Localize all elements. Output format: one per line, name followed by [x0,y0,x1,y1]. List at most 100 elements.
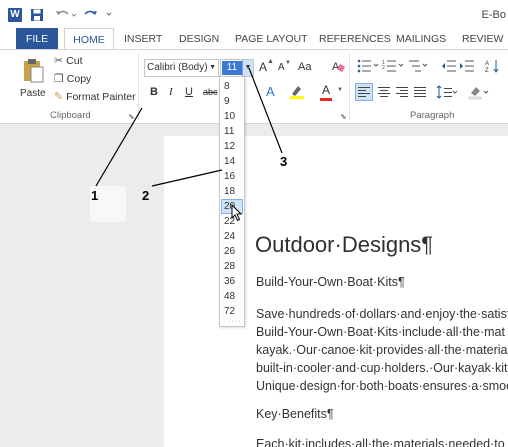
highlight-icon[interactable] [289,84,307,105]
tab-review[interactable]: REVIEW [462,28,503,50]
font-size-option[interactable]: 12 [221,139,243,154]
window-title: E-Bo [481,9,506,21]
strikethrough-button[interactable]: abc [203,87,218,97]
align-right-icon[interactable] [394,84,410,105]
font-size-option[interactable]: 16 [221,169,243,184]
font-size-option[interactable]: 9 [221,94,243,109]
shading-icon[interactable] [468,84,490,105]
text-effects-button[interactable]: A [266,84,275,99]
tab-page-layout[interactable]: PAGE LAYOUT [235,28,308,50]
tab-home[interactable]: HOME [64,28,114,50]
italic-button[interactable]: I [169,86,173,98]
caret-up-icon: ▲ [267,58,274,65]
svg-text:2: 2 [382,65,385,71]
ribbon: Paste ✂ Cut ❐ Copy ✎ Format Painter Clip… [0,49,508,124]
cut-label: Cut [66,55,83,67]
increase-indent-icon[interactable] [459,59,475,78]
font-size-option[interactable]: 24 [221,229,243,244]
document-area [0,124,508,447]
grow-font-button[interactable]: A [259,60,267,74]
font-size-combobox[interactable]: 11 ▼ [220,59,254,77]
format-painter-label: Format Painter [66,91,136,103]
copy-label: Copy [66,73,92,85]
clipboard-group-label: Clipboard [50,110,91,121]
font-size-value[interactable]: 11 [222,61,242,75]
document-line[interactable]: Build-Your-Own·Boat·Kits·include·all·the… [256,325,505,339]
decrease-indent-icon[interactable] [441,59,457,78]
font-size-option[interactable]: 48 [221,289,243,304]
dialog-launcher-icon[interactable]: ⬊ [128,112,135,121]
document-line[interactable]: kayak.·Our·canoe·kit·provides·all·the·ma… [256,343,507,357]
tab-file[interactable]: FILE [16,28,58,50]
redo-icon[interactable] [83,8,112,22]
document-line[interactable]: Save·hundreds·of·dollars·and·enjoy·the·s… [256,307,508,321]
line-spacing-icon[interactable] [436,84,458,105]
brush-icon: ✎ [54,91,64,103]
paste-icon [22,58,44,89]
callout-number-3: 3 [280,154,288,169]
bold-button[interactable]: B [150,86,158,98]
dialog-launcher-icon[interactable]: ⬊ [340,112,347,121]
document-line[interactable]: Unique·design·for·both·boats·ensures·a·s… [256,379,508,393]
svg-text:Z: Z [485,68,489,74]
svg-text:A: A [485,61,489,67]
tab-design[interactable]: DESIGN [179,28,219,50]
clear-formatting-icon[interactable]: A [331,59,346,78]
font-size-option[interactable]: 11 [221,124,243,139]
chevron-down-icon: ▼ [209,64,216,71]
font-size-option[interactable]: 10 [221,109,243,124]
font-color-bar [320,98,332,101]
copy-button[interactable]: ❐ Copy [54,72,91,85]
bullets-icon[interactable] [357,59,379,78]
font-size-option[interactable]: 28 [221,259,243,274]
undo-icon[interactable] [55,8,77,22]
font-size-option[interactable]: 18 [221,184,243,199]
document-subtitle[interactable]: Build-Your-Own·Boat·Kits¶ [256,275,405,289]
font-size-dropdown-arrow[interactable]: ▼ [242,60,253,76]
resize-grip-icon[interactable]: ···· [228,318,241,325]
tab-insert[interactable]: INSERT [124,28,162,50]
caret-down-icon: ▼ [285,60,291,66]
paste-button[interactable]: Paste [18,56,48,106]
word-app-icon: W [8,8,22,22]
tab-references[interactable]: REFERENCES [319,28,391,50]
font-name-combobox[interactable]: Calibri (Body) ▼ [144,59,219,77]
font-name-value: Calibri (Body) [147,62,208,73]
font-color-button[interactable]: A [322,83,330,97]
ribbon-tabs: FILE HOME INSERT DESIGN PAGE LAYOUT REFE… [0,28,508,50]
callout-number-1: 1 [91,188,99,203]
align-left-icon[interactable] [355,83,373,101]
document-line[interactable]: Each·kit·includes·all·the·materials·need… [256,437,505,447]
align-center-icon[interactable] [376,84,392,105]
justify-icon[interactable] [412,84,428,105]
document-page[interactable] [164,136,508,447]
title-bar: W E-Bo [0,0,508,28]
sort-icon[interactable]: AZ [485,58,501,79]
paste-label: Paste [20,88,46,99]
font-size-option[interactable]: 72 [221,304,243,319]
document-heading[interactable]: Outdoor·Designs¶ [255,232,433,258]
change-case-button[interactable]: Aa [298,61,311,73]
font-size-option[interactable]: 14 [221,154,243,169]
multilevel-list-icon[interactable] [408,59,428,78]
format-painter-button[interactable]: ✎ Format Painter [54,90,136,103]
save-icon[interactable] [30,8,44,22]
numbering-icon[interactable]: 12 [382,59,404,78]
callout-number-2: 2 [142,188,150,203]
font-size-dropdown-list[interactable]: 8 9 10 11 12 14 16 18 20 22 24 26 28 36 … [219,76,245,327]
shrink-font-button[interactable]: A [278,62,285,73]
scissors-icon: ✂ [54,55,64,67]
tab-mailings[interactable]: MAILINGS [396,28,446,50]
underline-button[interactable]: U [185,86,193,98]
font-size-option[interactable]: 36 [221,274,243,289]
document-line[interactable]: built-in·cooler·and·cup·holders.·Our·kay… [256,361,507,375]
font-size-option[interactable]: 8 [221,79,243,94]
copy-icon: ❐ [54,73,64,85]
paragraph-group-label: Paragraph [410,110,455,121]
group-separator [138,54,139,120]
document-key-benefits[interactable]: Key·Benefits¶ [256,407,334,421]
cut-button[interactable]: ✂ Cut [54,54,82,67]
group-separator [349,54,350,120]
chevron-down-icon[interactable]: ▼ [337,87,343,93]
font-size-option[interactable]: 26 [221,244,243,259]
